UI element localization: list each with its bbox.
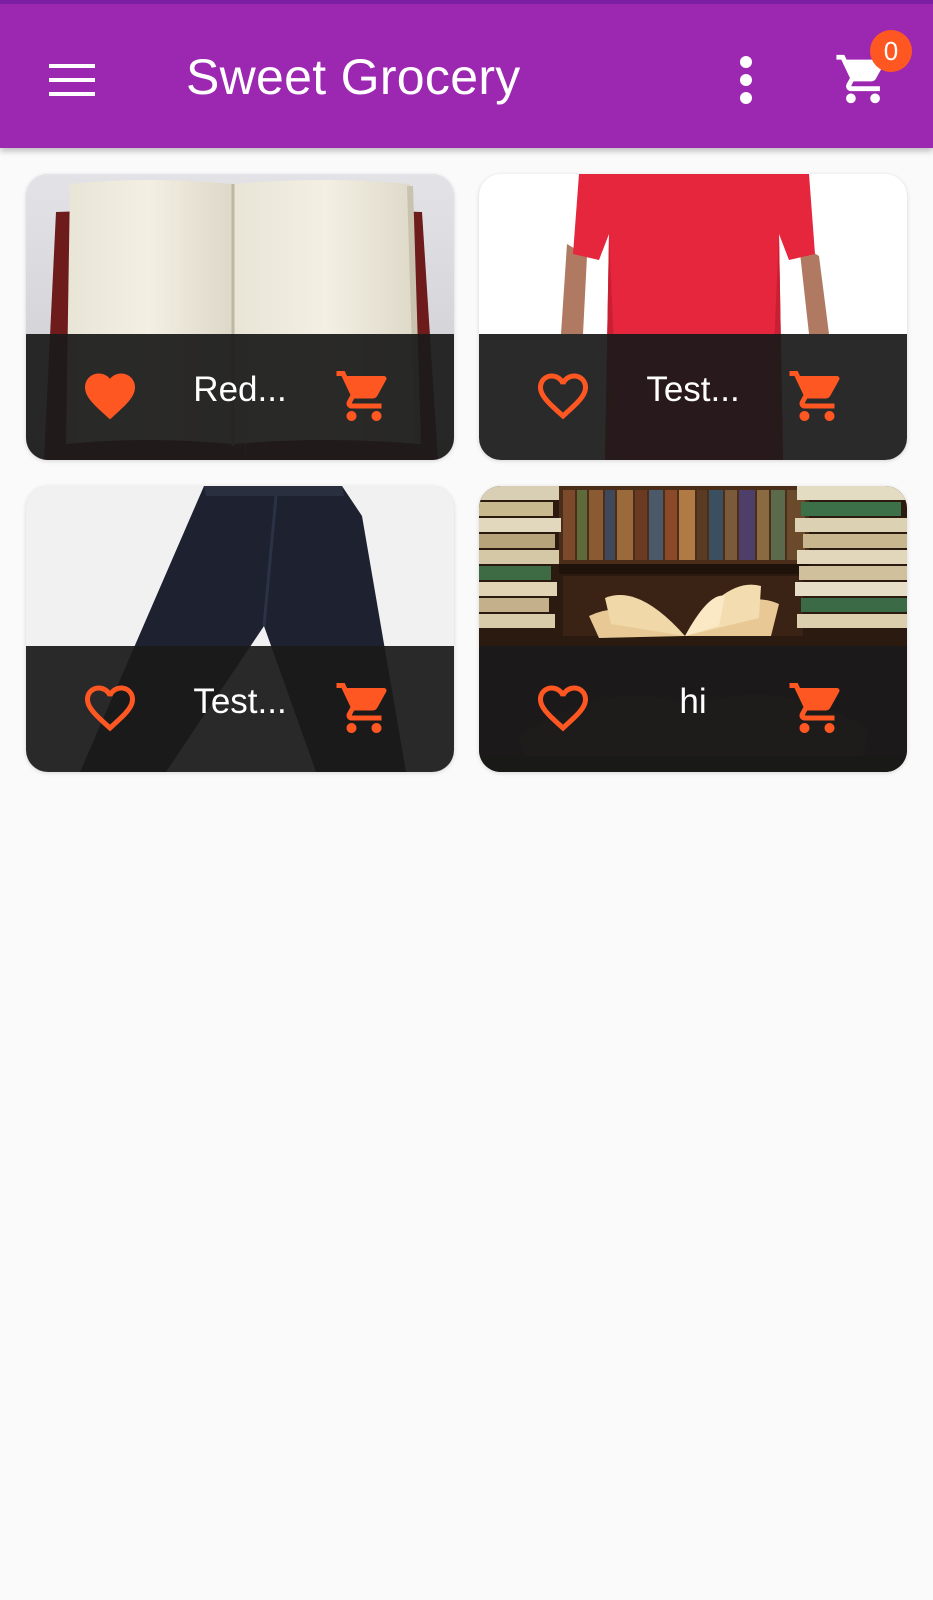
product-name: Test... [646, 370, 740, 409]
product-name: Test... [193, 682, 287, 721]
hamburger-menu-icon [49, 64, 95, 96]
heart-outline-icon [85, 685, 135, 732]
add-shopping-cart-icon [789, 371, 840, 421]
product-card[interactable]: Test... [26, 486, 454, 772]
product-card-footer: hi [479, 646, 907, 772]
overflow-menu-button[interactable] [710, 44, 782, 116]
heart-outline-icon [538, 685, 588, 732]
heart-filled-icon [85, 373, 135, 420]
product-card-footer: Test... [479, 334, 907, 460]
product-card-footer: Red... [26, 334, 454, 460]
add-to-cart-button[interactable] [785, 364, 849, 428]
app-bar: Sweet Grocery 0 [0, 0, 933, 148]
product-name: hi [679, 682, 707, 721]
more-vert-icon [740, 56, 752, 104]
product-name: Red... [193, 370, 287, 409]
menu-button[interactable] [36, 44, 108, 116]
app-title: Sweet Grocery [186, 49, 521, 105]
favorite-button[interactable] [78, 676, 142, 740]
add-to-cart-button[interactable] [332, 676, 396, 740]
product-card[interactable]: Test... [479, 174, 907, 460]
cart-count-badge: 0 [870, 30, 912, 72]
add-shopping-cart-icon [789, 683, 840, 733]
add-to-cart-button[interactable] [785, 676, 849, 740]
add-to-cart-button[interactable] [332, 364, 396, 428]
cart-button[interactable]: 0 [830, 30, 912, 120]
favorite-button[interactable] [78, 364, 142, 428]
product-card[interactable]: Red... [26, 174, 454, 460]
favorite-button[interactable] [531, 676, 595, 740]
favorite-button[interactable] [531, 364, 595, 428]
product-card-footer: Test... [26, 646, 454, 772]
heart-outline-icon [538, 373, 588, 420]
product-card[interactable]: hi [479, 486, 907, 772]
add-shopping-cart-icon [336, 371, 387, 421]
add-shopping-cart-icon [336, 683, 387, 733]
